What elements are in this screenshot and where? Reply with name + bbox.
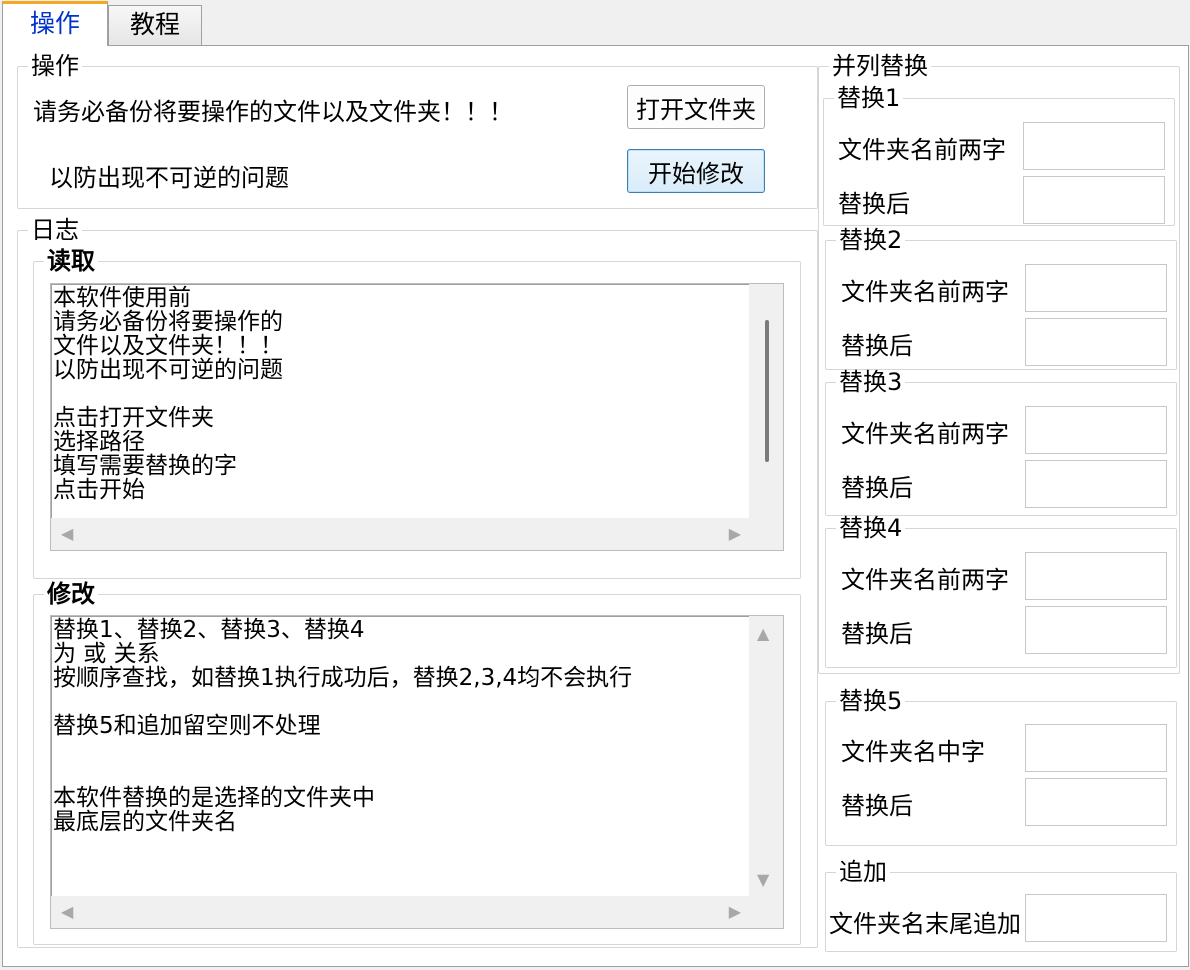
replace4-title: 替换4 [839, 514, 903, 542]
append-label: 文件夹名末尾追加 [829, 910, 1021, 938]
tab-operate[interactable]: 操作 [2, 1, 108, 46]
replace3-after-label: 替换后 [841, 474, 913, 502]
replace4-after-input[interactable] [1025, 606, 1167, 654]
open-folder-button[interactable]: 打开文件夹 [627, 85, 765, 129]
replace2-after-label: 替换后 [841, 332, 913, 360]
readme-textbox[interactable]: 本软件使用前 请务必备份将要操作的 文件以及文件夹！！！ 以防出现不可逆的问题 … [50, 283, 784, 551]
replace1-after-label: 替换后 [838, 190, 910, 218]
replace3-title: 替换3 [839, 368, 903, 396]
replace2-title: 替换2 [839, 226, 903, 254]
warning-line-1: 请务必备份将要操作的文件以及文件夹！！！ [33, 98, 513, 126]
replace2-before-input[interactable] [1025, 264, 1167, 312]
readme-text: 本软件使用前 请务必备份将要操作的 文件以及文件夹！！！ 以防出现不可逆的问题 … [53, 285, 283, 503]
modify-group-title: 修改 [47, 580, 95, 608]
replace4-after-label: 替换后 [841, 620, 913, 648]
tab-panel: 操作 请务必备份将要操作的文件以及文件夹！！！ 以防出现不可逆的问题 打开文件夹… [2, 45, 1189, 967]
append-input[interactable] [1025, 894, 1167, 942]
modify-horizontal-scrollbar[interactable]: ◀ ▶ [51, 896, 783, 928]
tab-tutorial[interactable]: 教程 [108, 5, 202, 45]
readme-group-title: 读取 [47, 247, 95, 275]
readme-scroll-thumb[interactable] [765, 320, 769, 462]
modify-textbox[interactable]: 替换1、替换2、替换3、替换4 为 或 关系 按顺序查找，如替换1执行成功后，替… [50, 615, 784, 929]
scroll-right-icon[interactable]: ▶ [729, 526, 741, 542]
replace3-before-input[interactable] [1025, 406, 1167, 454]
readme-horizontal-scrollbar[interactable]: ◀ ▶ [51, 518, 783, 550]
replace4-before-label: 文件夹名前两字 [841, 566, 1009, 594]
replace5-before-label: 文件夹名中字 [841, 738, 985, 766]
replace5-after-input[interactable] [1025, 778, 1167, 826]
replace1-before-label: 文件夹名前两字 [838, 136, 1006, 164]
modify-text: 替换1、替换2、替换3、替换4 为 或 关系 按顺序查找，如替换1执行成功后，替… [53, 617, 633, 835]
replace5-after-label: 替换后 [841, 792, 913, 820]
append-group-title: 追加 [839, 858, 887, 886]
scroll-left-icon[interactable]: ◀ [61, 526, 73, 542]
operate-group-title: 操作 [31, 52, 79, 80]
replace1-before-input[interactable] [1023, 122, 1165, 170]
parallel-replace-group-title: 并列替换 [832, 52, 928, 80]
readme-vertical-scrollbar[interactable] [749, 284, 783, 518]
replace5-before-input[interactable] [1025, 724, 1167, 772]
warning-line-2: 以防出现不可逆的问题 [49, 164, 289, 192]
scroll-left-icon[interactable]: ◀ [61, 904, 73, 920]
replace4-before-input[interactable] [1025, 552, 1167, 600]
scroll-up-icon[interactable]: ▲ [757, 626, 769, 642]
replace2-after-input[interactable] [1025, 318, 1167, 366]
modify-vertical-scrollbar[interactable]: ▲ ▼ [749, 616, 783, 898]
scroll-right-icon[interactable]: ▶ [729, 904, 741, 920]
replace5-title: 替换5 [839, 687, 903, 715]
start-modify-button[interactable]: 开始修改 [627, 149, 765, 193]
replace3-before-label: 文件夹名前两字 [841, 420, 1009, 448]
replace1-after-input[interactable] [1023, 176, 1165, 224]
replace1-title: 替换1 [837, 84, 901, 112]
replace3-after-input[interactable] [1025, 460, 1167, 508]
log-group-title: 日志 [31, 216, 79, 244]
replace2-before-label: 文件夹名前两字 [841, 278, 1009, 306]
scroll-down-icon[interactable]: ▼ [757, 872, 769, 888]
